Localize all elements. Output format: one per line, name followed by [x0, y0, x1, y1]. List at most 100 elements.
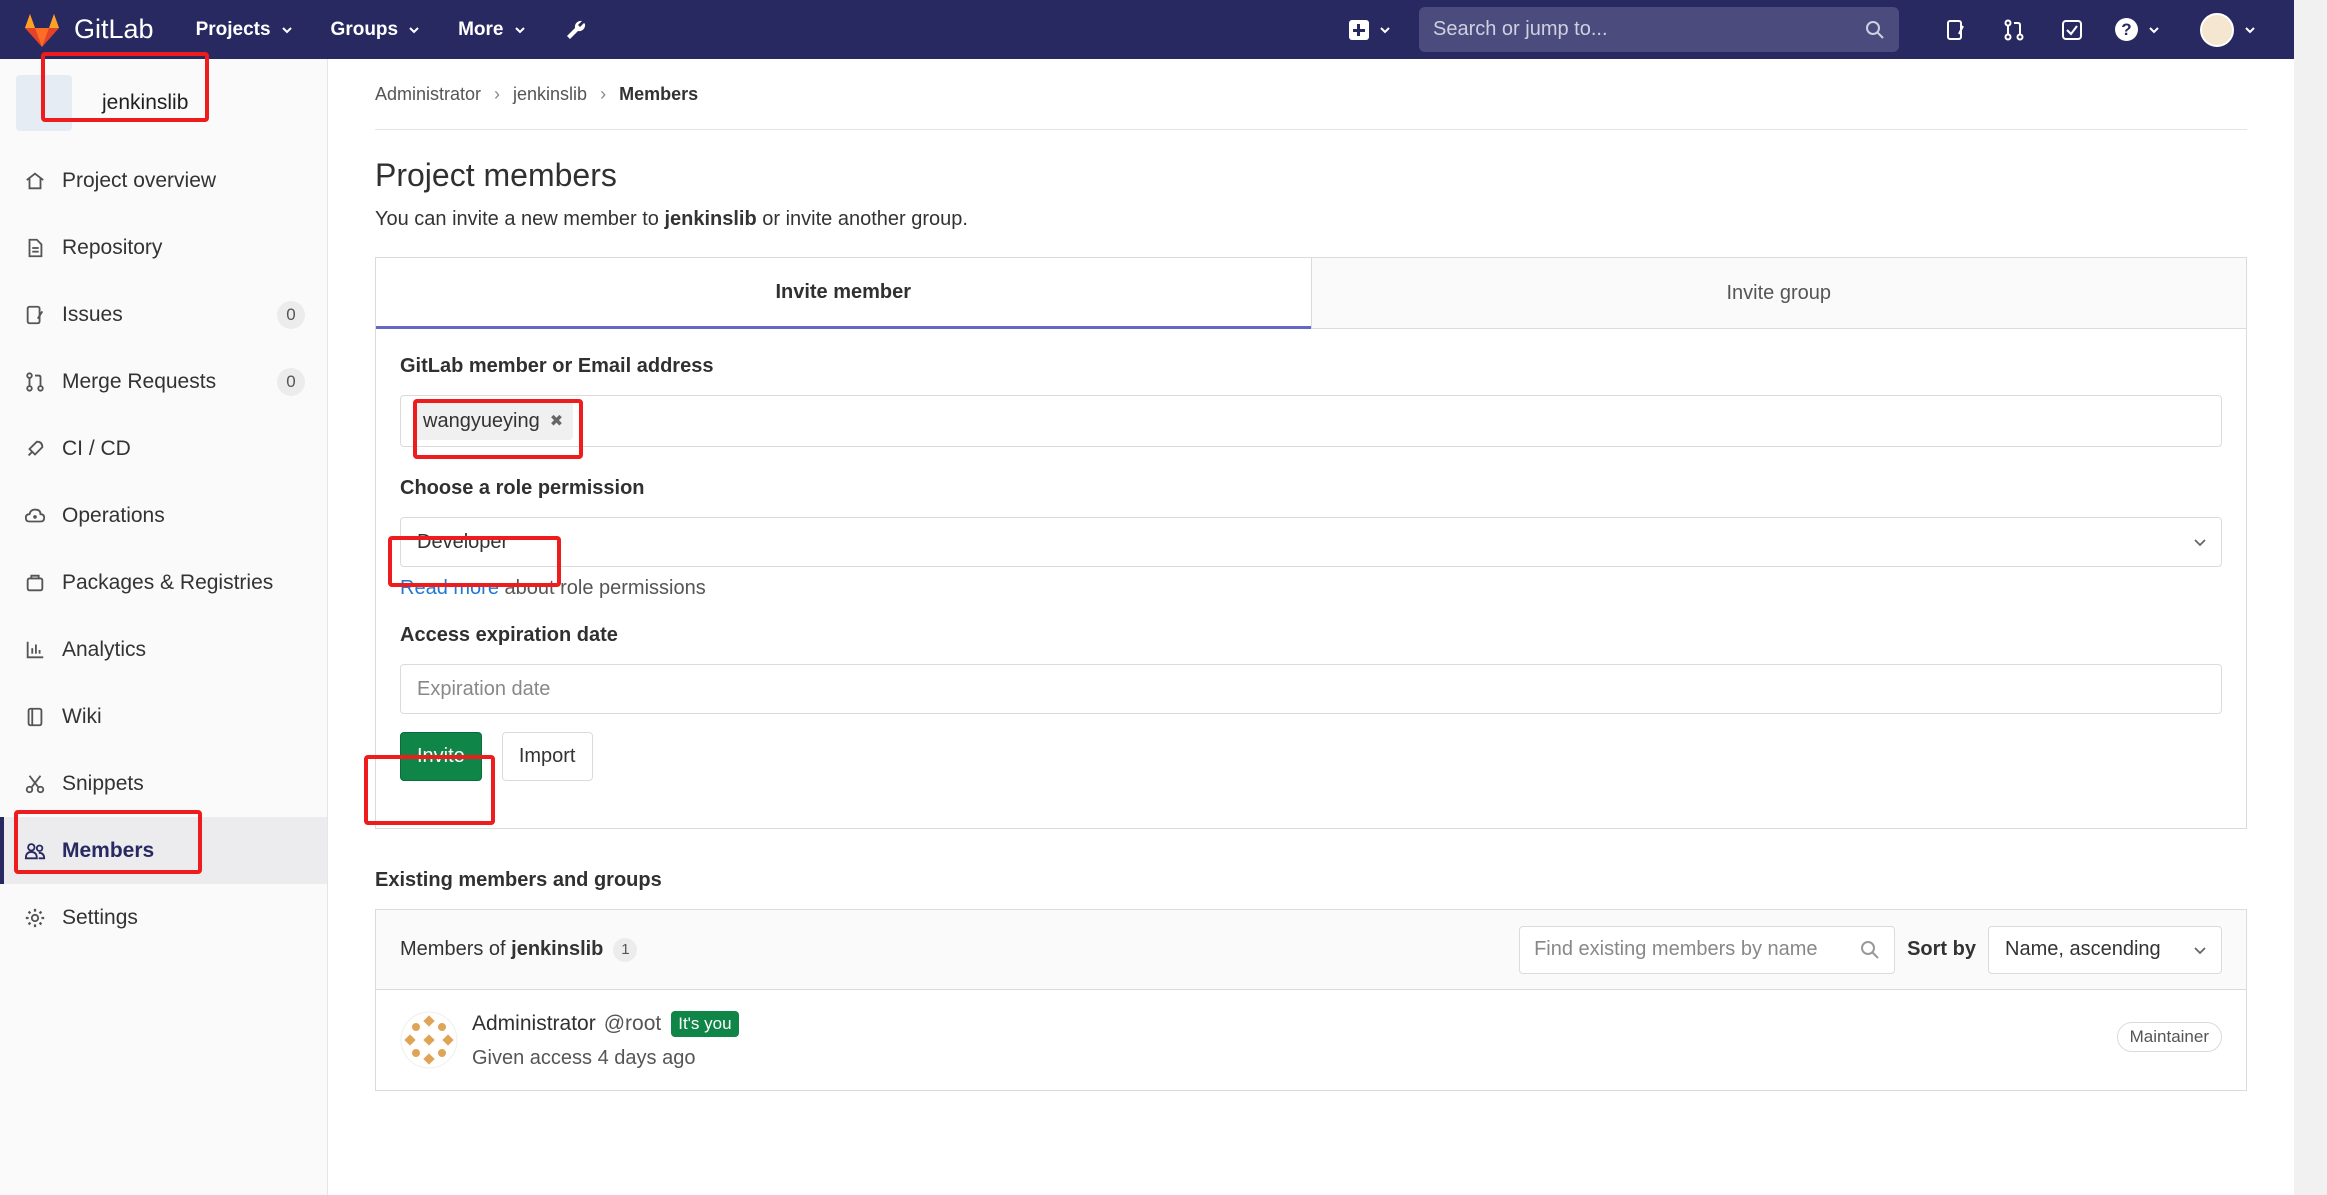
member-handle: @root	[603, 1011, 662, 1035]
users-icon	[22, 838, 48, 864]
sort-select[interactable]: Name, ascending	[1988, 925, 2222, 974]
sidebar-item-label: Repository	[62, 235, 163, 259]
its-you-badge: It's you	[671, 1010, 739, 1037]
sort-label: Sort by	[1907, 938, 1976, 960]
invite-button[interactable]: Invite	[400, 732, 482, 781]
main-content: Administrator › jenkinslib › Members Pro…	[375, 59, 2247, 1091]
sidebar-item-snippets[interactable]: Snippets	[0, 750, 327, 817]
help-icon: ?	[2115, 18, 2138, 41]
search-icon	[1866, 20, 1884, 39]
breadcrumb-current[interactable]: Members	[619, 84, 698, 105]
role-select-value: Developer	[417, 530, 509, 553]
sidebar-item-packages-registries[interactable]: Packages & Registries	[0, 549, 327, 616]
user-menu[interactable]	[2200, 12, 2256, 47]
sidebar-item-issues[interactable]: Issues 0	[0, 281, 327, 348]
expiration-field-label: Access expiration date	[400, 624, 618, 646]
member-token-input[interactable]: wangyueying ✖	[400, 395, 2222, 447]
issues-icon	[22, 302, 48, 328]
members-card: Members of jenkinslib 1 Sort by Name, as…	[375, 909, 2247, 1091]
home-icon	[22, 168, 48, 194]
wrench-icon[interactable]	[564, 18, 588, 42]
chevron-down-icon	[281, 26, 292, 33]
search-input[interactable]	[1433, 18, 1865, 41]
sidebar-item-repository[interactable]: Repository	[0, 214, 327, 281]
project-name: jenkinslib	[102, 91, 189, 114]
member-role-badge: Maintainer	[2116, 1022, 2222, 1052]
chevron-down-icon	[2194, 539, 2206, 547]
remove-token-icon[interactable]: ✖	[550, 411, 563, 431]
global-search[interactable]	[1419, 7, 1899, 52]
member-token[interactable]: wangyueying ✖	[413, 402, 574, 440]
nav-more-label: More	[458, 18, 504, 40]
new-dropdown[interactable]	[1349, 19, 1391, 40]
sidebar-item-label: Analytics	[62, 637, 147, 661]
merge-request-icon[interactable]	[2001, 17, 2027, 43]
breadcrumb-administrator[interactable]: Administrator	[375, 84, 481, 105]
cloud-gear-icon	[22, 503, 48, 529]
chevron-down-icon	[2194, 946, 2206, 954]
nav-projects-label: Projects	[195, 18, 271, 40]
members-of-label: Members of jenkinslib	[400, 938, 603, 961]
sidebar-item-label: Wiki	[62, 704, 102, 728]
tab-invite-group[interactable]: Invite group	[1310, 258, 2246, 329]
page-intro: You can invite a new member to jenkinsli…	[375, 208, 2247, 231]
nav-projects[interactable]: Projects	[196, 19, 293, 41]
sidebar-item-label: Merge Requests	[62, 369, 217, 393]
member-name[interactable]: Administrator	[472, 1012, 596, 1036]
brand[interactable]: GitLab	[22, 11, 154, 49]
sidebar-item-merge-requests[interactable]: Merge Requests 0	[0, 348, 327, 415]
expiration-date-field[interactable]	[400, 664, 2222, 714]
breadcrumb-chevron-icon: ›	[494, 83, 501, 104]
intro-project: jenkinslib	[664, 208, 757, 230]
chevron-down-icon	[2245, 26, 2255, 33]
chevron-down-icon	[409, 26, 419, 33]
read-more-link[interactable]: Read more	[400, 577, 499, 599]
sidebar-item-operations[interactable]: Operations	[0, 482, 327, 549]
chevron-down-icon	[1380, 26, 1390, 33]
sidebar-project-header[interactable]: jenkinslib	[0, 59, 327, 147]
scrollbar-track[interactable]	[2294, 0, 2327, 1195]
invite-card: Invite member Invite group GitLab member…	[375, 257, 2247, 829]
document-icon	[22, 235, 48, 261]
search-icon	[1861, 940, 1879, 959]
sidebar-item-settings[interactable]: Settings	[0, 884, 327, 951]
sidebar-item-label: Issues	[62, 302, 123, 326]
book-icon	[22, 704, 48, 730]
chart-icon	[22, 637, 48, 663]
breadcrumb-project[interactable]: jenkinslib	[513, 84, 587, 105]
chevron-down-icon	[514, 26, 525, 33]
plus-icon	[1349, 19, 1369, 40]
invite-tabs: Invite member Invite group	[376, 258, 2246, 329]
sidebar-item-label: CI / CD	[62, 436, 131, 460]
expiration-date-input[interactable]	[417, 677, 2221, 701]
sidebar-item-analytics[interactable]: Analytics	[0, 616, 327, 683]
merge-requests-count-badge: 0	[277, 367, 305, 396]
breadcrumb-chevron-icon: ›	[600, 83, 607, 104]
member-row: Administrator @root It's you Given acces…	[376, 990, 2246, 1090]
member-avatar[interactable]	[400, 1011, 458, 1069]
import-button[interactable]: Import	[501, 732, 593, 781]
sidebar-item-project-overview[interactable]: Project overview	[0, 147, 327, 214]
member-filter[interactable]	[1519, 925, 1896, 974]
members-count-badge: 1	[613, 937, 638, 962]
member-access-info: Given access 4 days ago	[472, 1046, 696, 1069]
scissors-icon	[22, 771, 48, 797]
package-icon	[22, 570, 48, 596]
sidebar-item-wiki[interactable]: Wiki	[0, 683, 327, 750]
sidebar-item-label: Settings	[62, 905, 138, 929]
sidebar-item-ci-cd[interactable]: CI / CD	[0, 415, 327, 482]
tab-invite-member[interactable]: Invite member	[376, 258, 1311, 329]
breadcrumb: Administrator › jenkinslib › Members	[375, 59, 2247, 130]
nav-groups[interactable]: Groups	[331, 19, 421, 41]
intro-prefix: You can invite a new member to	[375, 208, 665, 230]
role-select[interactable]: Developer	[400, 517, 2222, 567]
todo-icon[interactable]	[2059, 17, 2085, 43]
help-dropdown[interactable]: ?	[2115, 18, 2160, 41]
member-search-input[interactable]	[1534, 938, 1861, 961]
sidebar-item-members[interactable]: Members	[0, 817, 327, 884]
role-help-text: Read more about role permissions	[400, 577, 2222, 600]
sidebar-item-label: Packages & Registries	[62, 570, 274, 594]
nav-more[interactable]: More	[458, 19, 525, 41]
members-header: Members of jenkinslib 1 Sort by Name, as…	[376, 910, 2246, 990]
issues-icon[interactable]	[1943, 17, 1969, 43]
